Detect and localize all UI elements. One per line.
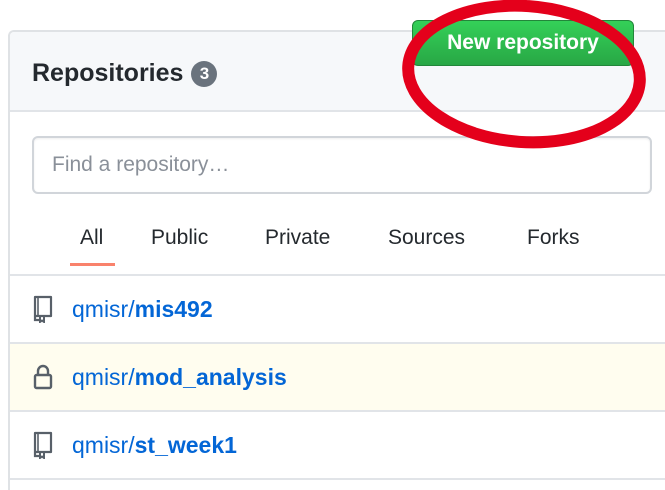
tab-sources[interactable]: Sources xyxy=(388,226,465,250)
list-item: qmisr/mod_analysis xyxy=(10,344,665,412)
repo-owner: qmisr/ xyxy=(72,295,135,322)
repository-count-badge: 3 xyxy=(191,60,218,87)
tab-forks[interactable]: Forks xyxy=(527,226,580,250)
repo-owner: qmisr/ xyxy=(72,431,135,458)
repo-owner: qmisr/ xyxy=(72,363,135,390)
repository-filter-tabs: All Public Private Sources Forks xyxy=(10,220,665,276)
repo-icon xyxy=(30,295,56,323)
repo-link-mod-analysis[interactable]: qmisr/mod_analysis xyxy=(72,364,287,391)
list-item: qmisr/st_week1 xyxy=(10,412,665,480)
repo-icon xyxy=(30,431,56,459)
lock-icon xyxy=(30,363,56,391)
repository-list: qmisr/mis492 qmisr/mod_analysis qmisr/st… xyxy=(10,276,665,480)
repositories-panel: Repositories 3 All Public Private Source… xyxy=(8,30,665,490)
find-repository-input[interactable] xyxy=(32,136,652,194)
repositories-heading: Repositories 3 xyxy=(32,59,218,88)
search-wrapper xyxy=(32,136,652,194)
repo-link-mis492[interactable]: qmisr/mis492 xyxy=(72,296,213,323)
repo-link-st-week1[interactable]: qmisr/st_week1 xyxy=(72,432,237,459)
repo-name: mis492 xyxy=(134,295,213,322)
new-repository-button[interactable]: New repository xyxy=(412,20,634,66)
tab-all[interactable]: All xyxy=(69,226,116,266)
tab-public[interactable]: Public xyxy=(151,226,208,250)
tab-private[interactable]: Private xyxy=(265,226,330,250)
repositories-title: Repositories xyxy=(32,59,184,87)
list-item: qmisr/mis492 xyxy=(10,276,665,344)
repo-name: st_week1 xyxy=(134,431,237,458)
repo-name: mod_analysis xyxy=(134,363,287,390)
